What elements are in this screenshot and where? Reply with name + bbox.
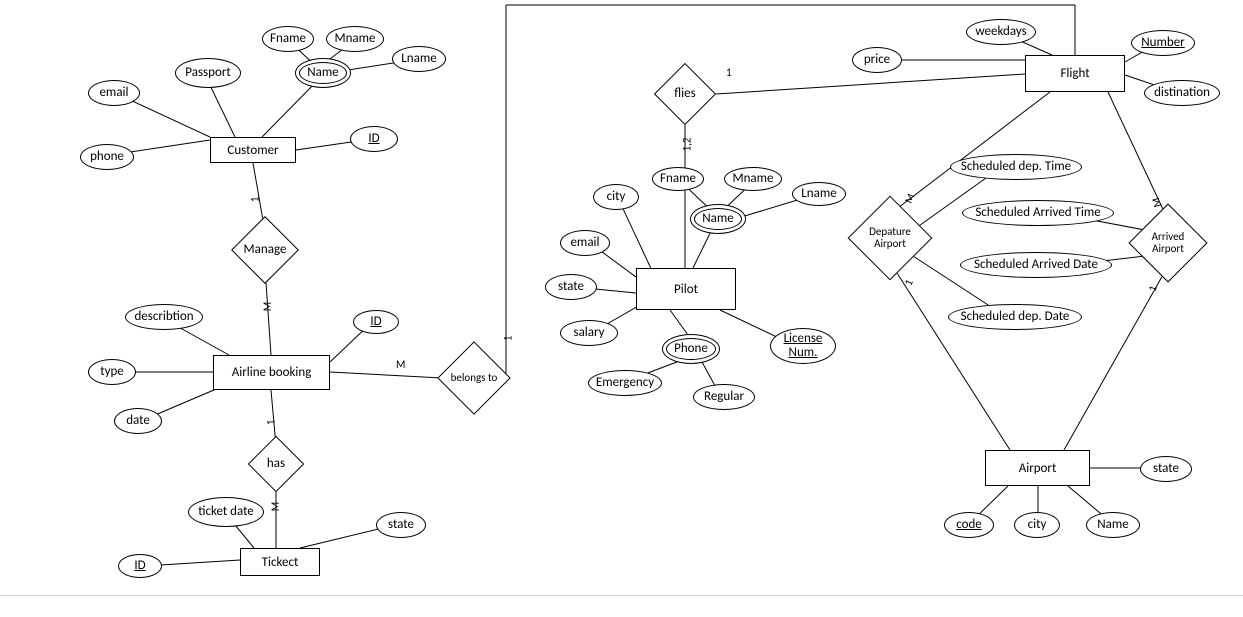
label: Emergency bbox=[596, 376, 654, 390]
card-manage-1: 1 bbox=[248, 197, 261, 203]
entity-customer: Customer bbox=[210, 137, 296, 163]
attr-pilot-lname: Lname bbox=[792, 182, 846, 206]
label: describtion bbox=[134, 310, 193, 324]
entity-ticket: Tickect bbox=[240, 548, 320, 576]
attr-pilot-email: email bbox=[560, 230, 610, 256]
attr-pilot-emergency: Emergency bbox=[588, 370, 662, 396]
attr-ticket-date: ticket date bbox=[188, 497, 264, 527]
label: email bbox=[99, 86, 128, 100]
label: Tickect bbox=[262, 555, 299, 570]
label: Name bbox=[307, 66, 338, 80]
attr-pilot-fname: Fname bbox=[652, 167, 704, 191]
attr-pilot-city: city bbox=[593, 184, 639, 210]
card-flies-12: 1,2 bbox=[680, 138, 693, 152]
label: Passport bbox=[185, 66, 230, 80]
label: Scheduled dep. Time bbox=[961, 160, 1071, 174]
entity-airline-booking: Airline booking bbox=[213, 355, 330, 390]
attr-pilot-regular: Regular bbox=[693, 384, 755, 410]
label: Name bbox=[1097, 518, 1128, 532]
label: ID bbox=[370, 315, 381, 329]
label: Lname bbox=[801, 187, 836, 201]
attr-booking-id: ID bbox=[353, 310, 399, 334]
label: Scheduled Arrived Time bbox=[975, 206, 1100, 220]
label: type bbox=[100, 365, 124, 379]
label: city bbox=[1028, 518, 1047, 532]
attr-booking-date: date bbox=[114, 408, 162, 434]
label: distination bbox=[1154, 86, 1210, 100]
er-diagram-canvas: Customer email Passport Name Fname Mname… bbox=[0, 0, 1243, 617]
label: city bbox=[607, 190, 626, 204]
attr-airport-name: Name bbox=[1086, 512, 1140, 538]
label: email bbox=[570, 236, 599, 250]
attr-flight-price: price bbox=[852, 47, 902, 73]
label: weekdays bbox=[975, 25, 1026, 39]
label: state bbox=[1153, 462, 1179, 476]
label: Airport bbox=[1019, 461, 1057, 476]
attr-booking-type: type bbox=[88, 359, 136, 385]
attr-flight-distination: distination bbox=[1144, 80, 1220, 106]
label: state bbox=[388, 518, 414, 532]
label: Lname bbox=[401, 52, 436, 66]
attr-sched-arr-date: Scheduled Arrived Date bbox=[960, 252, 1112, 278]
card-belongsto-1: 1 bbox=[501, 336, 514, 342]
card-manage-m: M bbox=[261, 302, 274, 311]
label: ID bbox=[134, 559, 145, 573]
label: price bbox=[864, 53, 890, 67]
attr-customer-email: email bbox=[88, 80, 140, 106]
label: Mname bbox=[334, 32, 375, 46]
attr-airport-code: code bbox=[944, 512, 994, 538]
attr-pilot-name: Name bbox=[690, 204, 746, 234]
attr-flight-number: Number bbox=[1131, 30, 1195, 56]
attr-airport-city: city bbox=[1014, 512, 1060, 538]
card-has-1: 1 bbox=[264, 420, 277, 426]
attr-pilot-salary: salary bbox=[560, 320, 618, 346]
attr-customer-phone: phone bbox=[80, 144, 134, 170]
label: Customer bbox=[227, 143, 278, 158]
attr-pilot-state: state bbox=[545, 274, 597, 300]
label: Name bbox=[702, 212, 733, 226]
card-belongsto-m: M bbox=[396, 358, 405, 371]
label: salary bbox=[573, 326, 604, 340]
label: Mname bbox=[732, 172, 773, 186]
attr-customer-fname: Fname bbox=[262, 26, 314, 52]
label: Flight bbox=[1060, 66, 1089, 81]
attr-customer-name: Name bbox=[295, 58, 351, 88]
card-has-m: M bbox=[269, 502, 282, 511]
attr-pilot-phone: Phone bbox=[662, 334, 720, 364]
attr-customer-lname: Lname bbox=[392, 46, 446, 72]
card-flies-1: 1 bbox=[726, 66, 732, 79]
attr-ticket-id: ID bbox=[118, 554, 162, 578]
attr-flight-weekdays: weekdays bbox=[966, 19, 1036, 45]
attr-ticket-state: state bbox=[376, 512, 426, 538]
entity-airport: Airport bbox=[985, 450, 1090, 486]
label: License Num. bbox=[773, 332, 833, 361]
attr-customer-mname: Mname bbox=[326, 26, 384, 52]
label: Scheduled Arrived Date bbox=[974, 258, 1098, 272]
attr-sched-dep-time: Scheduled dep. Time bbox=[950, 154, 1082, 180]
attr-customer-id: ID bbox=[350, 126, 398, 152]
label: date bbox=[126, 414, 150, 428]
attr-pilot-license: License Num. bbox=[770, 328, 836, 364]
attr-booking-describtion: describtion bbox=[125, 304, 203, 330]
label: Fname bbox=[660, 172, 696, 186]
attr-sched-arr-time: Scheduled Arrived Time bbox=[962, 200, 1114, 226]
entity-pilot: Pilot bbox=[636, 268, 736, 310]
label: Fname bbox=[270, 32, 306, 46]
label: phone bbox=[90, 150, 124, 164]
label: Pilot bbox=[674, 282, 698, 297]
label: code bbox=[956, 518, 982, 532]
label: Number bbox=[1141, 36, 1184, 50]
label: Regular bbox=[704, 390, 744, 404]
attr-pilot-mname: Mname bbox=[724, 167, 782, 191]
entity-flight: Flight bbox=[1025, 55, 1125, 92]
label: Scheduled dep. Date bbox=[961, 310, 1070, 324]
label: ID bbox=[368, 132, 379, 146]
label: state bbox=[558, 280, 584, 294]
attr-airport-state: state bbox=[1140, 456, 1192, 482]
label: Airline booking bbox=[232, 365, 312, 380]
label: Phone bbox=[674, 342, 708, 356]
label: ticket date bbox=[198, 505, 254, 519]
attr-sched-dep-date: Scheduled dep. Date bbox=[948, 304, 1082, 330]
attr-customer-passport: Passport bbox=[175, 58, 241, 88]
